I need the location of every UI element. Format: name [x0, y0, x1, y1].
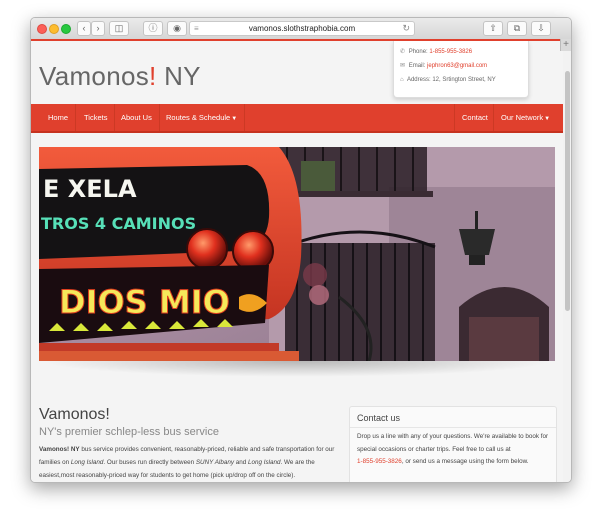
header-contact-card: ✆ Phone: 1-855-955-3826 ✉ Email: jephron… — [393, 41, 529, 98]
email-label: Email: — [408, 63, 426, 69]
contact-phone-link[interactable]: 1-855-955-3826 — [357, 458, 402, 465]
address-text: vamonos.slothstraphobia.com — [248, 24, 356, 33]
tabs-icon: ⧉ — [513, 23, 521, 33]
forward-icon: › — [96, 23, 100, 33]
reload-icon[interactable]: ↻ — [402, 22, 410, 35]
site-title-suffix: NY — [156, 61, 201, 91]
hero-image: E XELA TROS 4 CAMINOS DIOS MIO — [39, 147, 555, 361]
nav-item-our-network[interactable]: Our Network▼ — [493, 104, 557, 131]
envelope-icon: ✉ — [400, 63, 406, 69]
hero-sign-top: E XELA — [43, 175, 137, 203]
brand-name: Vamonos! NY — [39, 446, 80, 453]
phone-icon: ✆ — [400, 49, 406, 55]
hero-shadow — [41, 361, 553, 377]
sidebar-icon: ◫ — [114, 23, 124, 33]
address-bar[interactable]: ≡ vamonos.slothstraphobia.com ↻ — [189, 21, 415, 36]
plus-icon: + — [563, 39, 569, 50]
info-icon: ⓘ — [148, 23, 158, 33]
contact-us-title: Contact us — [350, 407, 556, 428]
site-title-text: Vamonos — [39, 61, 150, 91]
phone-link[interactable]: 1-855-955-3826 — [429, 49, 472, 55]
para-long-island-2: Long Island — [248, 459, 281, 466]
nav-item-network-label: Our Network — [501, 113, 544, 122]
contact-us-text: Drop us a line with any of your question… — [350, 428, 556, 472]
nav-item-about-us[interactable]: About Us — [114, 104, 160, 131]
nav-item-routes-label: Routes & Schedule — [166, 113, 231, 122]
web-page: Vamonos! NY ✆ Phone: 1-855-955-3826 ✉ Em… — [31, 41, 563, 482]
para-text-2: . Our buses run directly between — [103, 459, 196, 466]
back-button[interactable]: ‹ — [77, 21, 91, 36]
nav-item-tickets[interactable]: Tickets — [77, 104, 116, 131]
privacy-button[interactable]: ⓘ — [143, 21, 163, 36]
intro-section: Vamonos! NY's premier schlep-less bus se… — [39, 406, 339, 482]
back-icon: ‹ — [82, 23, 86, 33]
header-address-row: ⌂ Address: 12, Srtington Street, NY — [400, 73, 522, 87]
contact-text-1: Drop us a line with any of your question… — [357, 433, 549, 453]
page-scrollbar[interactable] — [563, 41, 571, 482]
para-suny-albany: SUNY Albany — [195, 459, 234, 466]
site-title[interactable]: Vamonos! NY — [39, 61, 201, 92]
download-icon: ⇩ — [537, 23, 545, 33]
sidebar-button[interactable]: ◫ — [109, 21, 129, 36]
tabs-button[interactable]: ⧉ — [507, 21, 527, 36]
header-email-row: ✉ Email: jephron63@gmail.com — [400, 59, 522, 73]
hero-sign-mid: TROS 4 CAMINOS — [41, 214, 196, 233]
nav-item-home[interactable]: Home — [41, 104, 77, 131]
main-nav: Home Tickets About Us Routes & Schedule▼… — [31, 104, 563, 133]
browser-window: ‹ › ◫ ⓘ ◉ ≡ vamonos.slothstraphobia.com … — [30, 17, 572, 483]
header-phone-row: ✆ Phone: 1-855-955-3826 — [400, 45, 522, 59]
share-icon: ⇧ — [489, 23, 497, 33]
address-label: Address: — [406, 77, 431, 83]
site-title-bang: ! — [149, 61, 157, 91]
intro-paragraph: Vamonos! NY bus service provides conveni… — [39, 443, 339, 482]
intro-subheading: NY's premier schlep-less bus service — [39, 426, 219, 438]
intro-heading: Vamonos! — [39, 406, 110, 423]
reader-icon: ≡ — [194, 24, 199, 33]
contact-us-box: Contact us Drop us a line with any of yo… — [349, 406, 557, 482]
home-icon: ⌂ — [400, 77, 404, 83]
shield-icon: ◉ — [173, 23, 181, 33]
extension-button[interactable]: ◉ — [167, 21, 187, 36]
caret-down-icon: ▼ — [544, 116, 551, 122]
para-text-3: and — [233, 459, 248, 466]
minimize-window-button[interactable] — [49, 24, 59, 34]
para-long-island: Long Island — [70, 459, 104, 466]
caret-down-icon: ▼ — [231, 116, 238, 122]
scrollbar-thumb[interactable] — [565, 71, 570, 311]
nav-item-contact[interactable]: Contact — [454, 104, 495, 131]
share-button[interactable]: ⇧ — [483, 21, 503, 36]
close-window-button[interactable] — [37, 24, 47, 34]
hero-sign-bottom: DIOS MIO — [59, 283, 230, 321]
downloads-button[interactable]: ⇩ — [531, 21, 551, 36]
email-link[interactable]: jephron63@gmail.com — [427, 63, 487, 69]
zoom-window-button[interactable] — [61, 24, 71, 34]
address-text: 12, Srtington Street, NY — [432, 77, 496, 83]
nav-item-routes-schedule[interactable]: Routes & Schedule▼ — [159, 104, 246, 131]
new-tab-button[interactable]: + — [560, 39, 571, 51]
contact-text-2: , or send us a message using the form be… — [401, 458, 529, 465]
forward-button[interactable]: › — [91, 21, 105, 36]
browser-toolbar: ‹ › ◫ ⓘ ◉ ≡ vamonos.slothstraphobia.com … — [31, 18, 571, 40]
hero-bus-photo: E XELA TROS 4 CAMINOS DIOS MIO — [39, 147, 555, 361]
phone-label: Phone: — [408, 49, 428, 55]
